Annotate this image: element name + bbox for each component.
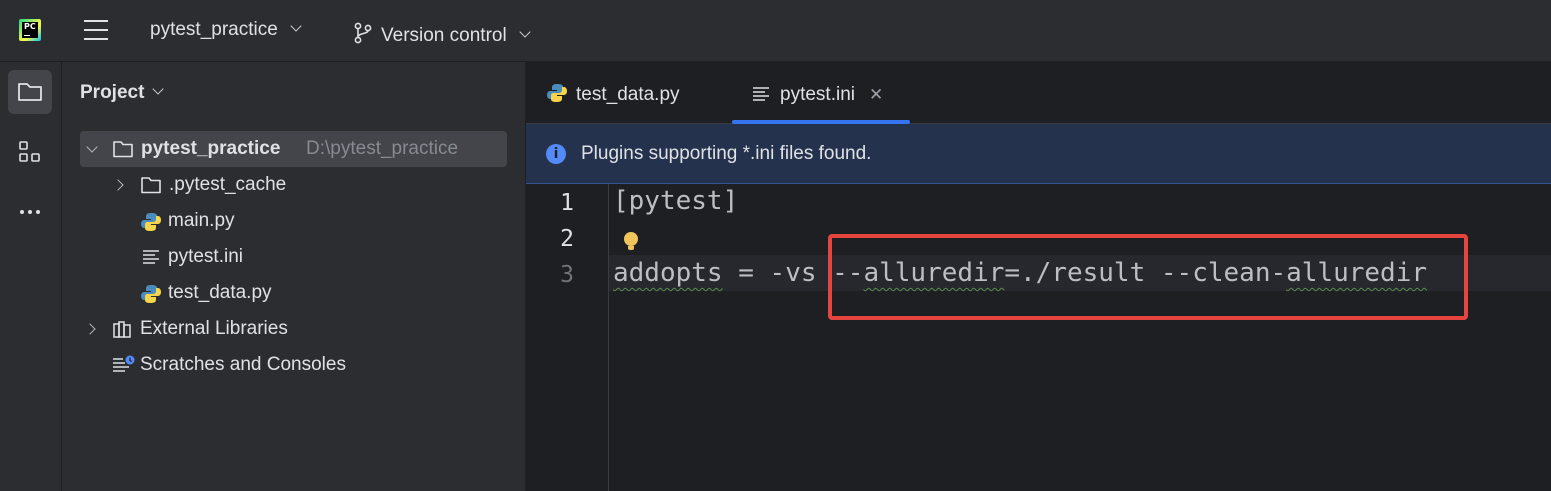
python-icon — [141, 213, 161, 231]
info-icon: i — [546, 144, 566, 164]
project-tool-button[interactable] — [8, 70, 52, 114]
line-number: 1 — [560, 190, 574, 216]
project-panel: Project pytest_practice D:\pytest_practi… — [62, 62, 526, 491]
banner-text: Plugins supporting *.ini files found. — [581, 143, 872, 164]
python-icon — [141, 285, 161, 303]
tree-item-label: pytest_practice — [141, 138, 281, 159]
code-token: addopts — [613, 258, 723, 288]
more-horizontal-icon — [20, 210, 40, 214]
logo-text: PC — [22, 22, 38, 38]
line-number: 3 — [560, 262, 574, 288]
tab-pytest-ini[interactable]: pytest.ini ✕ — [752, 62, 883, 124]
ini-file-icon — [143, 250, 159, 264]
tree-item-external-libraries[interactable]: External Libraries — [80, 311, 507, 347]
panel-title-text: Project — [80, 82, 145, 103]
chevron-down-icon — [152, 83, 165, 95]
chevron-down-icon — [290, 20, 302, 32]
pycharm-logo-icon[interactable]: PC — [19, 19, 41, 41]
expand-arrow-icon[interactable] — [84, 323, 96, 335]
branch-icon — [354, 22, 372, 44]
tab-label: test_data.py — [576, 84, 680, 105]
tree-item-scratches[interactable]: Scratches and Consoles — [112, 347, 507, 383]
expand-arrow-icon[interactable] — [86, 141, 98, 153]
highlight-box — [828, 234, 1468, 320]
tree-item-pytest-ini[interactable]: pytest.ini — [140, 239, 507, 275]
library-icon — [113, 321, 131, 338]
project-name: pytest_practice — [150, 19, 278, 40]
ini-file-icon — [753, 87, 769, 101]
tab-label: pytest.ini — [780, 84, 855, 105]
gutter-divider — [608, 184, 609, 491]
tree-item-label: External Libraries — [140, 318, 288, 339]
title-bar: PC pytest_practice Version control — [0, 0, 1551, 62]
project-panel-title[interactable]: Project — [80, 82, 165, 104]
folder-icon — [18, 83, 42, 101]
more-tools-button[interactable] — [8, 190, 52, 234]
main-menu-icon[interactable] — [84, 20, 108, 40]
tree-item-pytest-practice[interactable]: pytest_practice D:\pytest_practice — [80, 131, 507, 167]
chevron-down-icon — [519, 26, 531, 38]
version-control-menu[interactable]: Version control — [353, 19, 531, 47]
editor-area: test_data.py pytest.ini ✕ i Plugins suppo… — [526, 62, 1551, 491]
tool-window-bar — [0, 62, 62, 491]
line-number-gutter: 1 2 3 — [526, 184, 608, 491]
tree-item-label: Scratches and Consoles — [140, 354, 346, 375]
close-icon[interactable]: ✕ — [869, 85, 883, 104]
intention-bulb-icon[interactable] — [624, 232, 638, 250]
structure-icon — [19, 141, 40, 162]
expand-arrow-icon[interactable] — [112, 179, 124, 191]
folder-icon — [113, 141, 133, 158]
scratches-icon — [113, 355, 135, 372]
code-line-1[interactable]: [pytest] — [613, 186, 738, 216]
tree-item-test-data-py[interactable]: test_data.py — [140, 275, 507, 311]
structure-tool-button[interactable] — [8, 130, 52, 174]
tree-item-path: D:\pytest_practice — [306, 138, 459, 159]
tree-item-label: main.py — [168, 210, 235, 231]
tree-item-label: .pytest_cache — [169, 174, 287, 195]
tab-test-data-py[interactable]: test_data.py — [546, 62, 680, 124]
tree-item-label: pytest.ini — [168, 246, 243, 267]
editor-tab-bar: test_data.py pytest.ini ✕ — [526, 62, 1551, 124]
python-icon — [547, 84, 567, 102]
line-number: 2 — [560, 226, 574, 252]
vcs-label: Version control — [381, 25, 507, 46]
plugin-notification-banner: i Plugins supporting *.ini files found. — [526, 124, 1551, 184]
folder-icon — [141, 177, 161, 194]
tree-item-main-py[interactable]: main.py — [140, 203, 507, 239]
project-switcher[interactable]: pytest_practice — [150, 19, 302, 41]
tree-item-pytest-cache[interactable]: .pytest_cache — [108, 167, 507, 203]
tree-item-label: test_data.py — [168, 282, 272, 303]
